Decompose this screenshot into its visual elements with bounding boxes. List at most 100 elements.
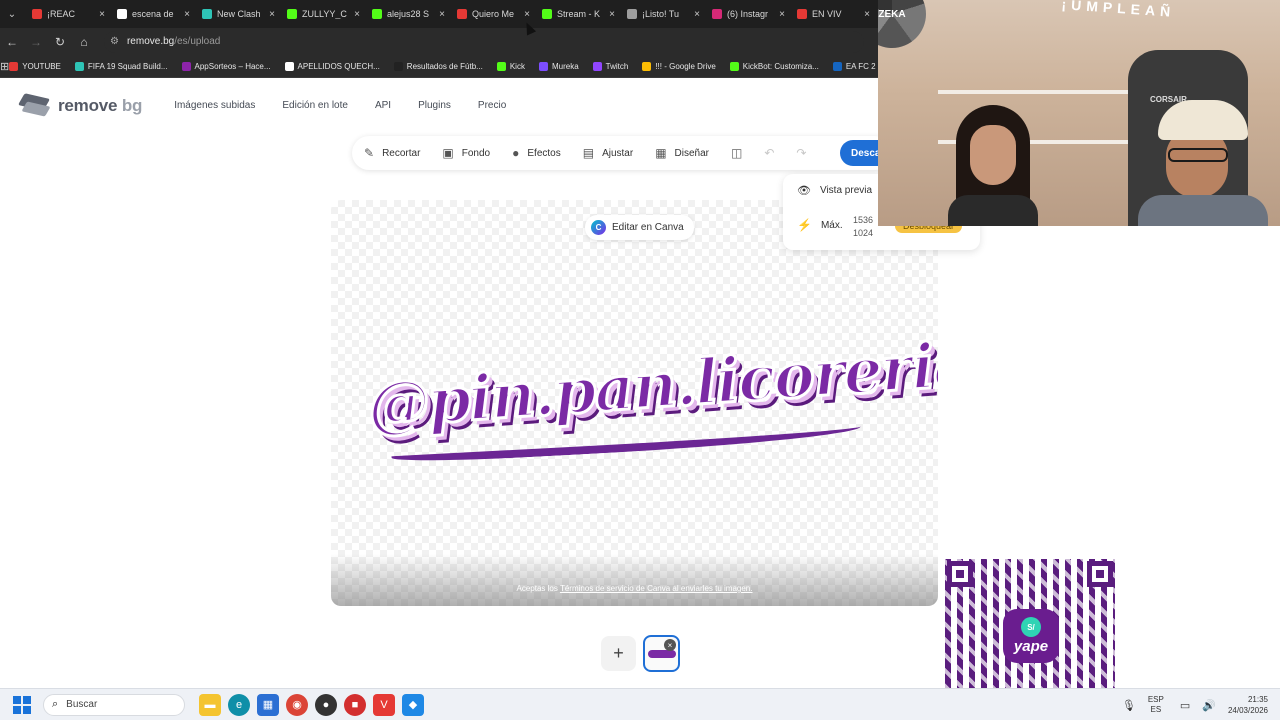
bookmarks-bar: ⊞ YOUTUBE FIFA 19 Squad Build... AppSorteo… — [0, 55, 878, 78]
logo-accent-text: bg — [121, 95, 143, 115]
home-icon[interactable]: ⌂ — [72, 28, 96, 55]
chrome-icon[interactable]: ◉ — [286, 693, 308, 716]
tab-search-chevron-icon[interactable]: ⌄ — [0, 0, 24, 28]
tab-close-icon[interactable]: × — [609, 9, 615, 20]
nav-bulk-edit[interactable]: Edición en lote — [282, 100, 348, 111]
back-arrow-icon[interactable]: ← — [0, 28, 24, 55]
streamer-man — [1138, 100, 1268, 226]
edge-icon[interactable]: e — [228, 693, 250, 716]
bookmark-item[interactable]: Kick — [496, 61, 525, 71]
bookmark-item[interactable]: Mureka — [538, 61, 579, 71]
design-tool-button[interactable]: ▦ Diseñar — [655, 146, 709, 160]
prize-wheel: ZEKA — [878, 0, 926, 48]
apps-grid-icon[interactable]: ⊞ — [0, 60, 9, 73]
nav-pricing[interactable]: Precio — [478, 100, 506, 111]
image-thumbnail[interactable]: × — [643, 635, 680, 672]
obs-icon[interactable]: ● — [315, 693, 337, 716]
tab-close-icon[interactable]: × — [439, 9, 445, 20]
tab-close-icon[interactable]: × — [184, 9, 190, 20]
network-icon[interactable]: ▭ — [1180, 699, 1190, 712]
store-icon[interactable]: ▦ — [257, 693, 279, 716]
browser-tab[interactable]: escena de × — [109, 0, 194, 28]
undo-icon[interactable]: ↶ — [764, 146, 774, 160]
address-bar[interactable]: ⚙ remove.bg/es/upload — [104, 30, 864, 53]
reload-icon[interactable]: ↻ — [48, 28, 72, 55]
file-explorer-icon[interactable]: ▬ — [199, 693, 221, 716]
forward-arrow-icon[interactable]: → — [24, 28, 48, 55]
tab-favicon-icon — [712, 9, 722, 19]
vectorized-app-icon[interactable]: V — [373, 693, 395, 716]
tab-close-icon[interactable]: × — [694, 9, 700, 20]
background-tool-label: Fondo — [461, 147, 491, 159]
tab-close-icon[interactable]: × — [269, 9, 275, 20]
tab-favicon-icon — [287, 9, 297, 19]
microphone-icon[interactable]: 🎙 — [1122, 699, 1136, 712]
tab-favicon-icon — [542, 9, 552, 19]
site-info-icon[interactable]: ⚙ — [110, 36, 119, 47]
edit-in-canva-button[interactable]: C Editar en Canva — [585, 215, 694, 240]
browser-tab[interactable]: Stream - K × — [534, 0, 619, 28]
tab-close-icon[interactable]: × — [99, 9, 105, 20]
site-header: remove bg Imágenes subidas Edición en lo… — [0, 78, 878, 133]
background-tool-button[interactable]: ▣ Fondo — [442, 146, 490, 160]
removebg-logo[interactable]: remove bg — [17, 92, 143, 117]
terms-link[interactable]: Términos de servicio de Canva al enviarl… — [560, 584, 753, 593]
clock[interactable]: 21:35 24/03/2026 — [1228, 694, 1268, 716]
tab-favicon-icon — [627, 9, 637, 19]
language-indicator[interactable]: ESP ES — [1148, 695, 1164, 715]
redo-icon[interactable]: ↷ — [796, 146, 806, 160]
browser-tab[interactable]: alejus28 S × — [364, 0, 449, 28]
blue-app-icon[interactable]: ◆ — [402, 693, 424, 716]
nav-uploaded-images[interactable]: Imágenes subidas — [174, 100, 255, 111]
cut-tool-button[interactable]: ✎ Recortar — [364, 146, 420, 160]
tab-close-icon[interactable]: × — [779, 9, 785, 20]
bookmark-list: YOUTUBE FIFA 19 Squad Build... AppSorteos … — [9, 61, 889, 71]
bookmark-label: FIFA 19 Squad Build... — [87, 61, 168, 71]
adjust-tool-button[interactable]: ▤ Ajustar — [583, 146, 633, 160]
tab-favicon-icon — [457, 9, 467, 19]
red-app-icon[interactable]: ■ — [344, 693, 366, 716]
tab-close-icon[interactable]: × — [524, 9, 530, 20]
compare-icon[interactable]: ◫ — [731, 146, 742, 160]
taskbar-search[interactable]: ⌕ Buscar — [43, 693, 185, 716]
effects-tool-button[interactable]: ● Efectos — [512, 146, 561, 160]
bookmark-item[interactable]: AppSorteos – Hace... — [181, 61, 271, 71]
tab-favicon-icon — [797, 9, 807, 19]
image-canvas[interactable]: @pin.pan.licoreria C Editar en Canva Ace… — [331, 200, 938, 606]
browser-tab[interactable]: (6) Instagr × — [704, 0, 789, 28]
bookmark-item[interactable]: Twitch — [592, 61, 628, 71]
nav-plugins[interactable]: Plugins — [418, 100, 451, 111]
remove-thumbnail-icon[interactable]: × — [664, 639, 676, 651]
bookmark-label: Mureka — [551, 61, 579, 71]
tab-title: EN VIV — [812, 9, 842, 19]
windows-start-icon[interactable] — [13, 695, 31, 714]
bookmark-item[interactable]: Resultados de Fútb... — [393, 61, 483, 71]
nav-api[interactable]: API — [375, 100, 391, 111]
bookmark-favicon-icon — [496, 61, 506, 71]
bookmark-item[interactable]: APELLIDOS QUECH... — [284, 61, 380, 71]
edit-in-canva-label: Editar en Canva — [612, 222, 684, 233]
bookmark-item[interactable]: FIFA 19 Squad Build... — [74, 61, 168, 71]
bookmark-item[interactable]: KickBot: Customiza... — [729, 61, 819, 71]
max-width-value: 1536 — [853, 215, 874, 225]
browser-tab[interactable]: EN VIV × — [789, 0, 874, 28]
browser-tab[interactable]: ¡Listo! Tu × — [619, 0, 704, 28]
brush-icon: ✎ — [364, 146, 375, 160]
tab-close-icon[interactable]: × — [354, 9, 360, 20]
language-bottom: ES — [1150, 705, 1162, 714]
bookmark-item[interactable]: !!! - Google Drive — [642, 61, 716, 71]
browser-tab[interactable]: ¡REAC × — [24, 0, 109, 28]
volume-icon[interactable]: 🔊 — [1202, 699, 1216, 712]
bookmark-favicon-icon — [538, 61, 548, 71]
preview-toggle[interactable]: 👁 Vista previa — [797, 184, 872, 197]
bookmark-item[interactable]: YOUTUBE — [9, 61, 61, 71]
add-image-button[interactable]: + — [601, 636, 636, 671]
max-resolution-option[interactable]: ⚡ Máx. — [797, 218, 843, 232]
browser-tab[interactable]: New Clash × — [194, 0, 279, 28]
bookmark-item[interactable]: EA FC 2 — [832, 61, 876, 71]
effects-icon: ● — [512, 146, 520, 160]
browser-tab[interactable]: ZULLYY_C × — [279, 0, 364, 28]
canva-logo-icon: C — [591, 220, 606, 235]
tab-close-icon[interactable]: × — [864, 9, 870, 20]
bookmark-favicon-icon — [592, 61, 602, 71]
